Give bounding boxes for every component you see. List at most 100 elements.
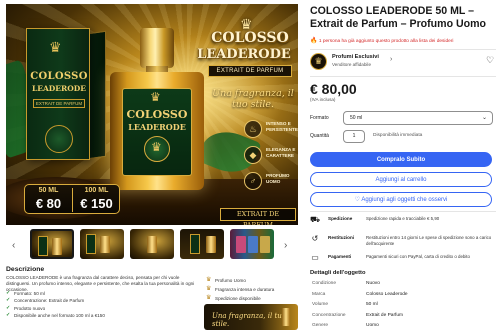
- vat-note: (IVA inclusa): [310, 97, 336, 102]
- crown-icon: ♛: [49, 39, 62, 55]
- description-title: Descrizione: [6, 266, 45, 273]
- detail-value: Uomo: [366, 323, 379, 328]
- feature-label: INTENSO E PERSISTENTE: [266, 121, 298, 132]
- bottle-brand-line1: COLOSSO: [126, 108, 188, 121]
- truck-icon: ⛟: [310, 215, 321, 224]
- shipping-row: ⛟ Spedizione Spedizione rapida e traccia…: [310, 215, 496, 235]
- returns-key: Restituzioni: [328, 235, 355, 240]
- crest-emblem: [144, 136, 170, 162]
- list-item: Profumo Uomo: [206, 276, 298, 285]
- feature-men: ♂ PROFUMO UOMO: [244, 170, 298, 196]
- table-row: Genere Uomo: [310, 322, 496, 333]
- size-50-price: € 80: [35, 196, 62, 211]
- feature-label: ELEGANZA E CARATTERE: [266, 147, 296, 158]
- gallery-prev-icon[interactable]: ‹: [12, 240, 15, 251]
- list-item: Spedizione disponibile: [206, 294, 298, 303]
- list-item: Prodotto nuovo: [6, 305, 166, 313]
- bottle-thumbnail: [282, 308, 290, 326]
- headline-line2: LEADERODE: [197, 47, 291, 62]
- item-details-table: Condizione Nuovo Marca Colosso Leaderode…: [310, 280, 496, 333]
- highlight-list: Profumo Uomo Fragranza intensa e duratur…: [206, 276, 298, 303]
- table-row: Condizione Nuovo: [310, 280, 496, 291]
- detail-key: Marca: [312, 291, 326, 297]
- availability-text: Disponibilità immediata: [373, 133, 423, 138]
- fire-icon: 🔥: [310, 38, 318, 44]
- bottle-brand-line2: LEADERODE: [128, 122, 186, 132]
- diamond-icon: ◆: [244, 146, 262, 164]
- feature-elegance: ◆ ELEGANZA E CARATTERE: [244, 144, 298, 170]
- format-select[interactable]: 50 ml ⌄: [343, 111, 493, 125]
- return-icon: ↺: [311, 234, 319, 243]
- detail-key: Genere: [312, 323, 328, 328]
- shipping-value: Spedizione rapida e tracciabile € 5,90: [366, 216, 440, 221]
- heart-icon[interactable]: ♡: [486, 55, 494, 66]
- detail-value: Extrait de Parfum: [366, 312, 404, 318]
- returns-row: ↺ Restituzioni Restituzioni entro 14 gio…: [310, 234, 496, 254]
- box-subtitle: EXTRAIT DE PARFUM: [33, 99, 85, 108]
- description-bullets: Formato: 50 ml Concentrazione: Extrait d…: [6, 290, 166, 320]
- detail-value: Colosso Leaderode: [366, 291, 408, 297]
- size-100-label: 100 ML: [84, 187, 109, 194]
- list-item: Formato: 50 ml: [6, 290, 166, 298]
- thumbnail[interactable]: [180, 229, 224, 259]
- price: € 80,00: [310, 81, 357, 97]
- watchers-notice: 🔥 1 persona ha già aggiunto questo prodo…: [310, 37, 496, 44]
- detail-value: 50 ml: [366, 302, 378, 307]
- gallery-next-icon[interactable]: ›: [284, 240, 287, 251]
- format-label: Formato: [310, 115, 329, 121]
- returns-value: Restituzioni entro 14 giorni Le spese di…: [366, 235, 492, 246]
- detail-key: Condizione: [312, 281, 337, 286]
- chevron-down-icon: ⌄: [481, 115, 487, 121]
- feature-intense: ♨ INTENSO E PERSISTENTE: [244, 118, 298, 144]
- quantity-label: Quantità: [310, 133, 329, 139]
- package-box: ♛ COLOSSO LEADERODE EXTRAIT DE PARFUM: [26, 28, 90, 160]
- package-box-side: [88, 30, 106, 160]
- thumbnail[interactable]: [80, 229, 124, 259]
- thumbnail[interactable]: [30, 229, 74, 259]
- quantity-input[interactable]: 1: [343, 130, 365, 143]
- buy-now-button[interactable]: Compralo Subito: [310, 152, 492, 167]
- table-row: Volume 50 ml: [310, 301, 496, 312]
- list-item: Concentrazione: Extrait de Parfum: [6, 297, 166, 305]
- size-50-label: 50 ML: [38, 187, 59, 194]
- payments-key: Pagamenti: [328, 254, 352, 259]
- promo-banner: Una fragranza, il tuo stile.: [204, 304, 298, 330]
- list-item: Fragranza intensa e duratura: [206, 285, 298, 294]
- crown-icon: ♛: [150, 90, 161, 104]
- box-brand-line2: LEADERODE: [31, 84, 87, 93]
- box-brand-line1: COLOSSO: [30, 71, 88, 82]
- format-value: 50 ml: [350, 115, 363, 121]
- card-icon: ▭: [311, 253, 319, 262]
- crest-emblem: [45, 125, 73, 153]
- table-row: Concentrazione Extrait de Parfum: [310, 312, 496, 323]
- divider: [310, 211, 496, 212]
- crown-icon: ♛: [310, 53, 327, 70]
- seller-subtitle: Venditore affidabile: [332, 62, 371, 67]
- chevron-right-icon[interactable]: ›: [390, 56, 392, 63]
- shipping-key: Spedizione: [328, 216, 353, 221]
- detail-key: Volume: [312, 302, 328, 307]
- flame-icon: ♨: [244, 120, 262, 138]
- seller-name[interactable]: Profumi Esclusivi: [332, 54, 379, 60]
- thumbnail[interactable]: [230, 229, 274, 259]
- thumbnail[interactable]: [130, 229, 174, 259]
- payments-value: Pagamenti sicuri con PayPal, carta di cr…: [366, 254, 470, 259]
- add-to-watchlist-button[interactable]: ♡ Aggiungi agli oggetti che osservi: [310, 192, 492, 207]
- extrait-label: EXTRAIT DE PARFUM: [220, 208, 296, 225]
- slogan: Una fragranza, il tuo stile.: [212, 88, 294, 110]
- man-icon: ♂: [244, 172, 262, 190]
- divider: [310, 76, 496, 77]
- listing-title: COLOSSO LEADERODE 50 ML – Extrait de Par…: [310, 5, 487, 30]
- detail-value: Nuovo: [366, 281, 380, 286]
- detail-key: Concentrazione: [312, 312, 346, 318]
- seller-card[interactable]: ♛ Profumi Esclusivi Venditore affidabile…: [310, 52, 496, 72]
- headline-line1: COLOSSO: [211, 30, 289, 46]
- size-price-badge: 50 ML € 80 100 ML € 150: [24, 184, 120, 214]
- divider: [310, 49, 496, 50]
- bottle-cap: [140, 28, 174, 68]
- item-details-title: Dettagli dell'oggetto: [310, 270, 366, 276]
- watchers-text: 1 persona ha già aggiunto questo prodott…: [318, 39, 454, 44]
- list-item: Disponibile anche nel formato 100 ml a €…: [6, 312, 166, 320]
- product-main-image[interactable]: ♛ COLOSSO LEADERODE EXTRAIT DE PARFUM ♛ …: [6, 4, 298, 225]
- add-to-cart-button[interactable]: Aggiungi al carrello: [310, 172, 492, 187]
